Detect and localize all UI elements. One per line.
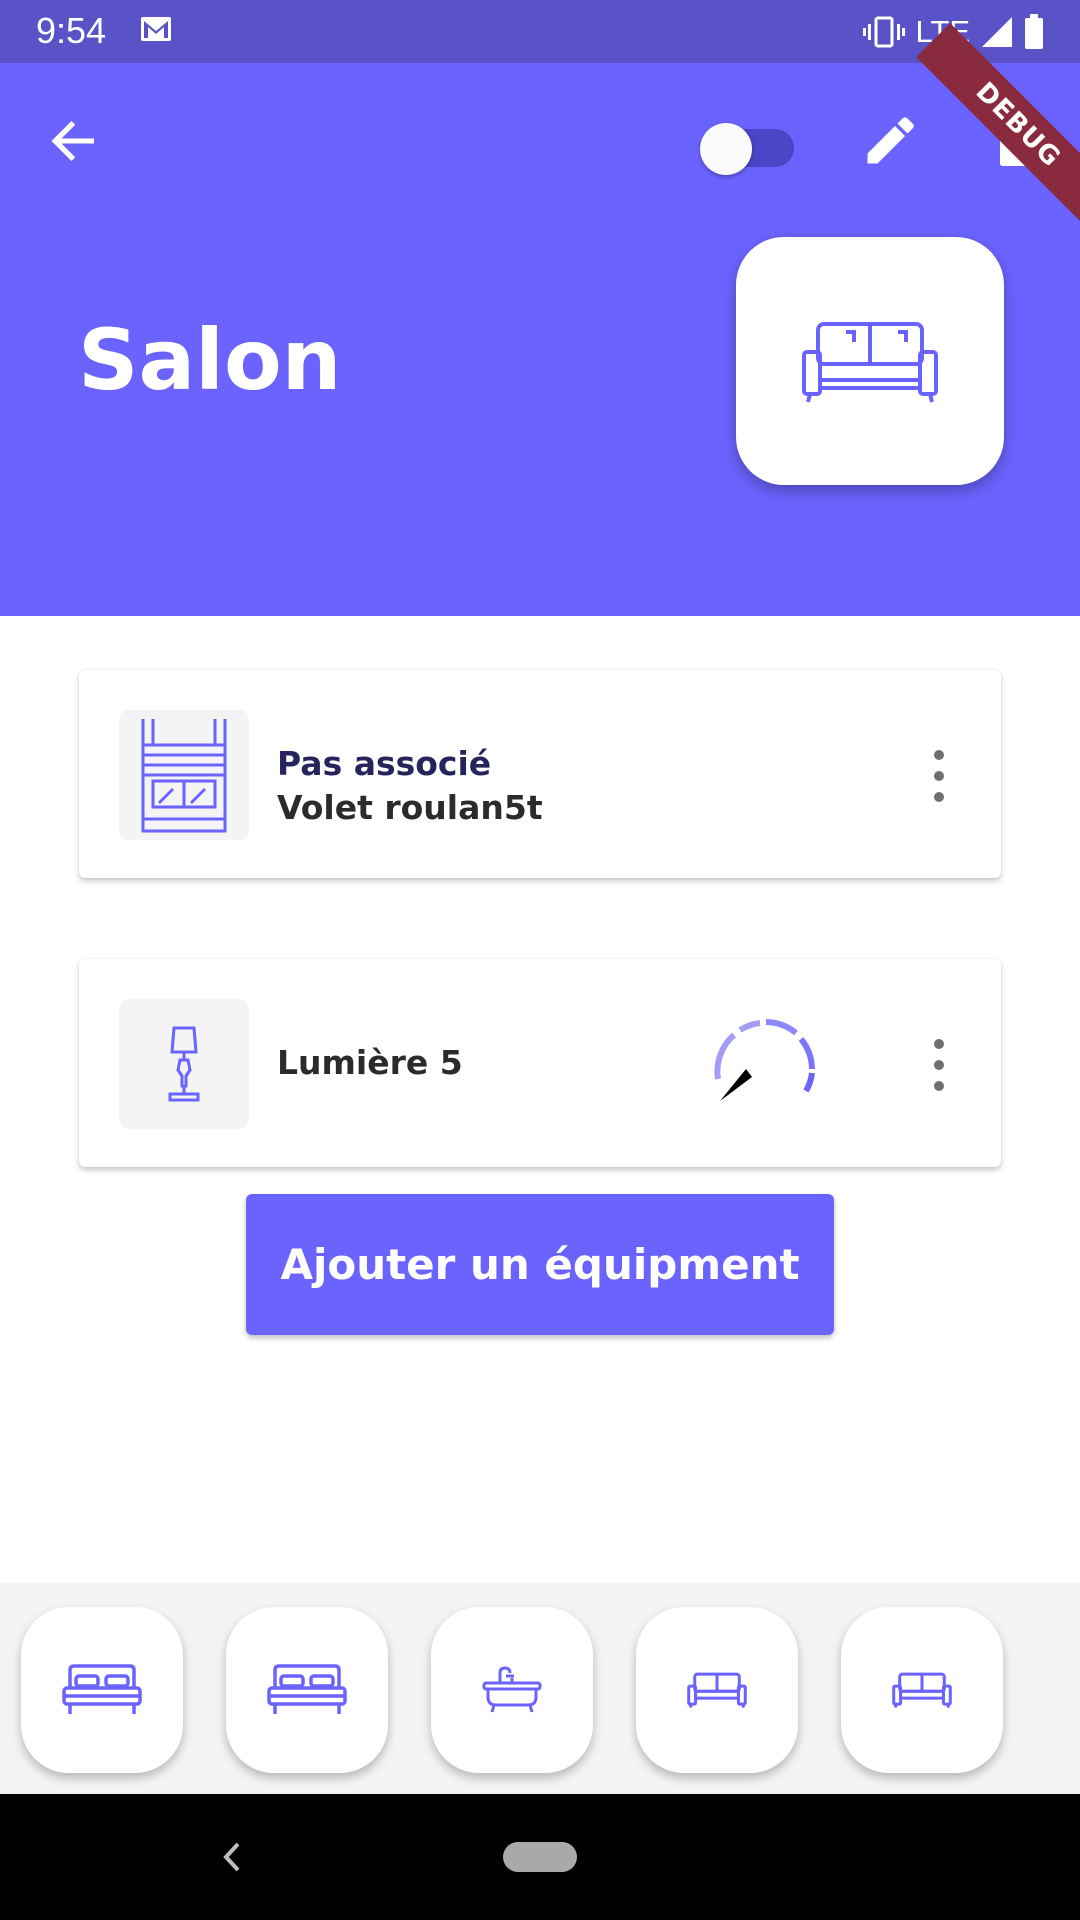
bed-icon bbox=[267, 1664, 347, 1714]
more-options-icon[interactable] bbox=[919, 1039, 959, 1091]
dot bbox=[934, 1060, 944, 1070]
more-options-icon[interactable] bbox=[919, 750, 959, 802]
bed-icon bbox=[62, 1664, 142, 1714]
toggle-knob bbox=[700, 123, 752, 175]
room-chip-bed-2[interactable] bbox=[226, 1607, 388, 1773]
add-device-button[interactable]: Ajouter un équipment bbox=[246, 1194, 834, 1335]
device-card-shutter[interactable]: Pas associé Volet roulan5t bbox=[79, 670, 1001, 878]
lamp-icon bbox=[168, 1026, 200, 1102]
device-thumb bbox=[119, 999, 249, 1129]
device-info: Lumière 5 bbox=[277, 1041, 463, 1085]
sofa-icon bbox=[687, 1672, 747, 1708]
dimmer-dial-icon[interactable] bbox=[704, 1009, 824, 1109]
dot bbox=[934, 792, 944, 802]
device-info: Pas associé Volet roulan5t bbox=[277, 742, 543, 830]
device-name: Lumière 5 bbox=[277, 1043, 463, 1082]
vibrate-icon bbox=[863, 16, 906, 48]
page-title: Salon bbox=[78, 311, 342, 409]
dot bbox=[934, 1039, 944, 1049]
device-thumb bbox=[119, 710, 249, 840]
dot bbox=[934, 750, 944, 760]
room-chip-bed-1[interactable] bbox=[21, 1607, 183, 1773]
gmail-icon bbox=[141, 17, 171, 41]
room-chip-living-1[interactable] bbox=[636, 1607, 798, 1773]
nav-back-icon[interactable] bbox=[212, 1832, 252, 1882]
window-shutter-icon bbox=[141, 719, 227, 833]
device-name: Volet roulan5t bbox=[277, 788, 543, 827]
bathtub-icon bbox=[482, 1666, 542, 1713]
room-chip-bathroom[interactable] bbox=[431, 1607, 593, 1773]
dot bbox=[934, 771, 944, 781]
room-header: Salon DEBUG bbox=[0, 23, 1080, 616]
device-status: Pas associé bbox=[277, 744, 492, 783]
room-toggle[interactable] bbox=[700, 113, 796, 175]
signal-icon bbox=[982, 17, 1012, 47]
back-arrow-icon[interactable] bbox=[44, 111, 104, 171]
battery-icon bbox=[1025, 14, 1043, 49]
room-selector bbox=[0, 1583, 1080, 1794]
edit-pencil-icon[interactable] bbox=[860, 111, 920, 171]
device-card-light[interactable]: Lumière 5 bbox=[79, 959, 1001, 1167]
sofa-icon bbox=[892, 1672, 952, 1708]
status-time: 9:54 bbox=[36, 10, 107, 51]
dot bbox=[934, 1081, 944, 1091]
sofa-icon bbox=[802, 322, 938, 403]
room-chip-living-2[interactable] bbox=[841, 1607, 1003, 1773]
system-nav-bar bbox=[0, 1794, 1080, 1920]
nav-home-pill[interactable] bbox=[503, 1842, 577, 1872]
room-icon-card[interactable] bbox=[736, 237, 1004, 485]
